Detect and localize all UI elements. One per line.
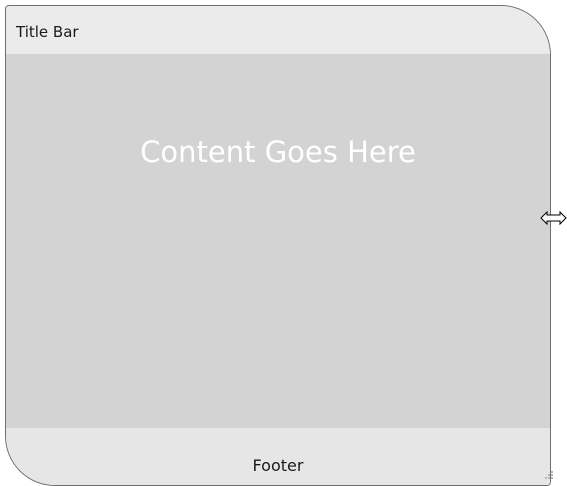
footer: Footer	[6, 428, 550, 485]
app-window: Title Bar Content Goes Here Footer	[5, 5, 551, 486]
resize-grip-icon[interactable]	[540, 468, 554, 482]
footer-label: Footer	[252, 456, 304, 475]
horizontal-resize-cursor-icon[interactable]	[540, 210, 567, 226]
content-placeholder-text: Content Goes Here	[140, 135, 416, 169]
content-area: Content Goes Here	[6, 54, 550, 428]
window-title: Title Bar	[16, 23, 79, 41]
title-bar[interactable]: Title Bar	[6, 6, 550, 54]
